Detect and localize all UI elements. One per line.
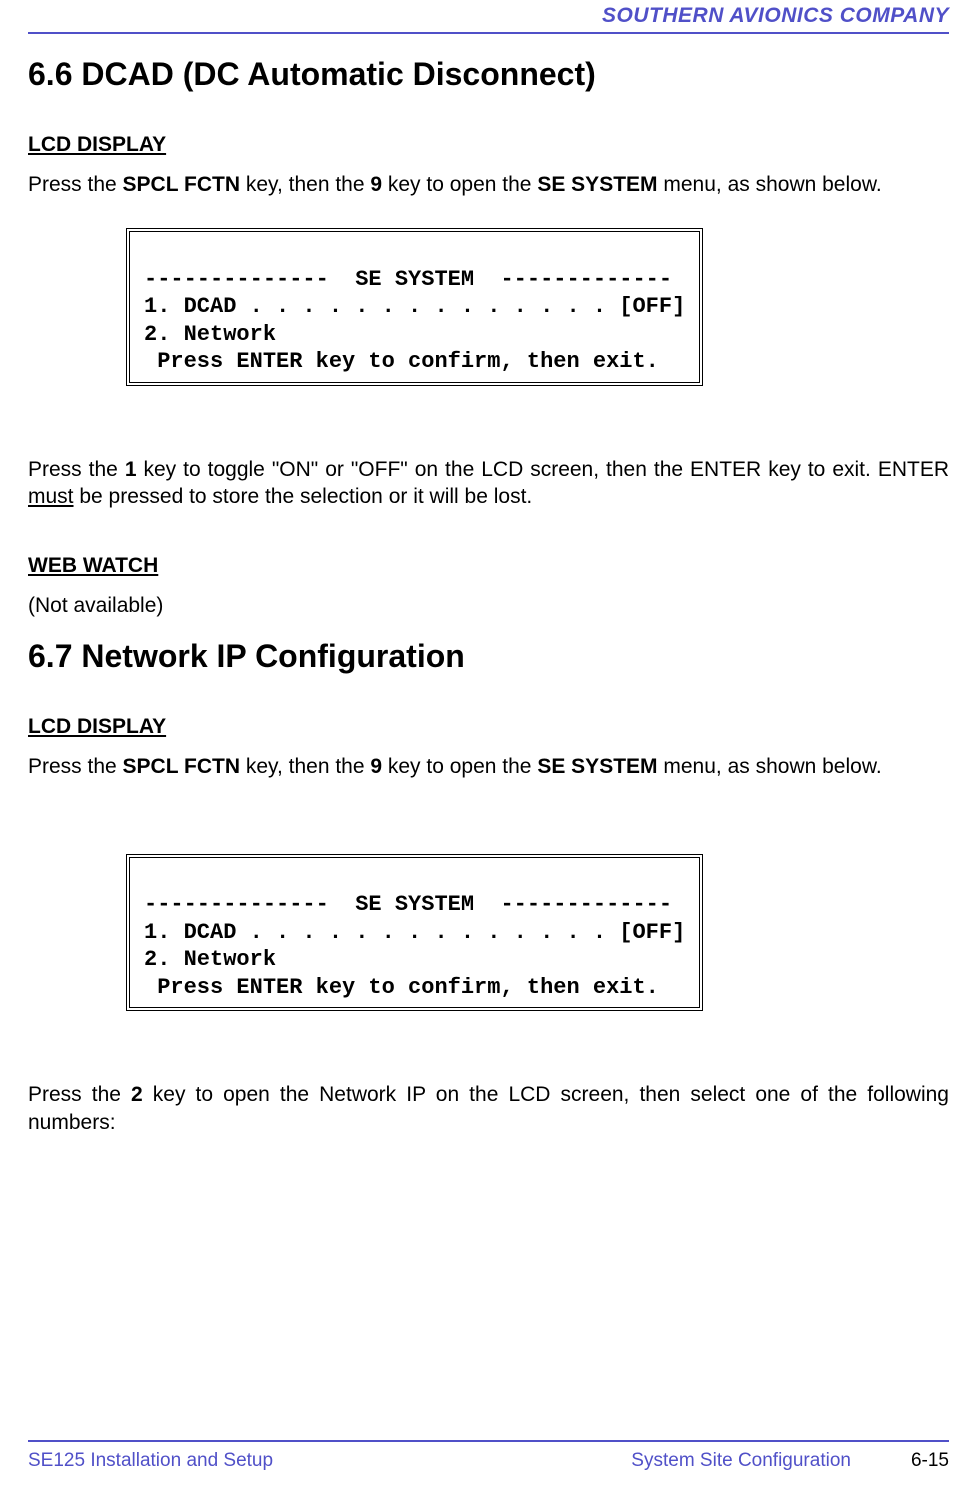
lcd-line: Press ENTER key to confirm, then exit. [144, 349, 659, 374]
text-fragment: be pressed to store the selection or it … [74, 485, 533, 508]
spcl-fctn-key: SPCL FCTN [123, 173, 240, 196]
key-9: 9 [370, 755, 382, 778]
header-company: SOUTHERN AVIONICS COMPANY [28, 0, 949, 32]
lcd-line: 1. DCAD . . . . . . . . . . . . . . [OFF… [144, 920, 685, 945]
section-6-6-heading: 6.6 DCAD (DC Automatic Disconnect) [28, 56, 949, 93]
footer-right: 6-15 [911, 1450, 949, 1472]
footer-center: System Site Configuration [631, 1450, 851, 1472]
web-watch-text: (Not available) [28, 592, 949, 619]
text-fragment: key, then the [240, 173, 370, 196]
lcd-line: 2. Network [144, 322, 276, 347]
lcd-line: 2. Network [144, 947, 276, 972]
text-fragment: key to open the [382, 755, 537, 778]
section-6-7-after: Press the 2 key to open the Network IP o… [28, 1081, 949, 1136]
lcd-display-label-1: LCD DISPLAY [28, 133, 949, 157]
text-fragment: Press the [28, 755, 123, 778]
lcd-line: -------------- SE SYSTEM ------------- [144, 892, 672, 917]
lcd-line: 1. DCAD . . . . . . . . . . . . . . [OFF… [144, 294, 685, 319]
key-2: 2 [131, 1083, 143, 1106]
key-9: 9 [370, 173, 382, 196]
section-6-6-intro: Press the SPCL FCTN key, then the 9 key … [28, 171, 949, 198]
header-rule [28, 32, 949, 34]
se-system-text: SE SYSTEM [537, 755, 657, 778]
key-1: 1 [125, 458, 137, 481]
text-fragment: key to toggle "ON" or "OFF" on the LCD s… [137, 458, 949, 481]
lcd-display-box-2: -------------- SE SYSTEM ------------- 1… [126, 854, 949, 1012]
text-fragment: Press the [28, 173, 123, 196]
must-underline: must [28, 485, 74, 508]
lcd-display-label-2: LCD DISPLAY [28, 715, 949, 739]
text-fragment: key to open the [382, 173, 537, 196]
section-6-7-intro: Press the SPCL FCTN key, then the 9 key … [28, 753, 949, 780]
page-footer: SE125 Installation and Setup System Site… [28, 1440, 949, 1472]
text-fragment: Press the [28, 458, 125, 481]
web-watch-label: WEB WATCH [28, 554, 949, 578]
se-system-text: SE SYSTEM [537, 173, 657, 196]
text-fragment: menu, as shown below. [658, 755, 882, 778]
spcl-fctn-key: SPCL FCTN [123, 755, 240, 778]
lcd-line: Press ENTER key to confirm, then exit. [144, 975, 659, 1000]
lcd-line: -------------- SE SYSTEM ------------- [144, 267, 672, 292]
text-fragment: Press the [28, 1083, 131, 1106]
text-fragment: key, then the [240, 755, 370, 778]
footer-left: SE125 Installation and Setup [28, 1450, 273, 1472]
section-6-7-heading: 6.7 Network IP Configuration [28, 638, 949, 675]
text-fragment: menu, as shown below. [658, 173, 882, 196]
text-fragment: key to open the Network IP on the LCD sc… [28, 1083, 949, 1133]
lcd-display-box-1: -------------- SE SYSTEM ------------- 1… [126, 228, 949, 386]
section-6-6-after: Press the 1 key to toggle "ON" or "OFF" … [28, 456, 949, 511]
